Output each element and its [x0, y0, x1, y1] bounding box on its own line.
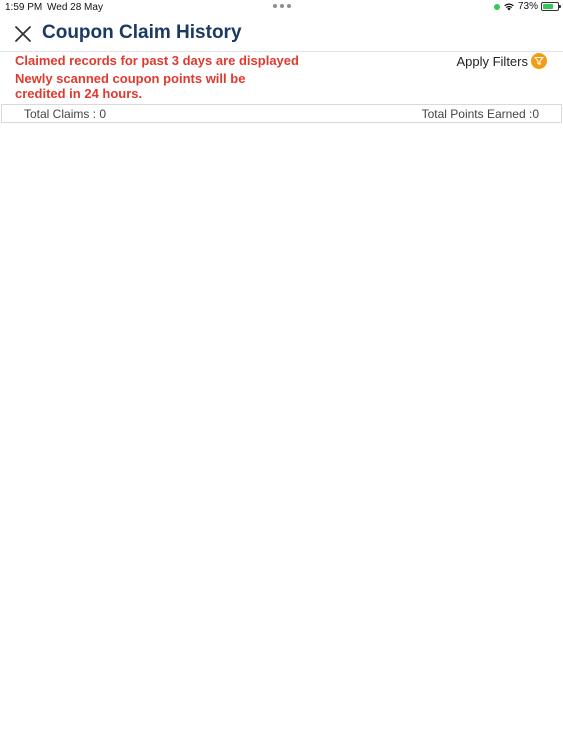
- totals-bar: Total Claims : 0 Total Points Earned :0: [1, 104, 562, 123]
- multitasking-dots-icon[interactable]: [273, 4, 291, 8]
- battery-icon: [541, 2, 561, 11]
- notice-credit-delay: Newly scanned coupon points will be cred…: [15, 71, 246, 101]
- total-points-earned: Total Points Earned :0: [421, 107, 539, 121]
- status-date: Wed 28 May: [47, 2, 103, 13]
- notice-records-window: Claimed records for past 3 days are disp…: [15, 53, 299, 68]
- filter-icon: [531, 53, 547, 69]
- status-indicators: 73%: [493, 1, 561, 12]
- status-time: 1:59 PM: [5, 2, 43, 13]
- page-title: Coupon Claim History: [42, 22, 242, 43]
- battery-percent: 73%: [517, 1, 538, 12]
- apply-filters-button[interactable]: Apply Filters: [456, 53, 547, 69]
- status-bar: 1:59 PM Wed 28 May 73%: [0, 0, 563, 18]
- close-button[interactable]: [12, 23, 34, 45]
- wifi-icon: [504, 3, 514, 11]
- total-claims: Total Claims : 0: [24, 107, 107, 121]
- header: Coupon Claim History: [0, 18, 563, 52]
- camera-indicator-icon: [493, 3, 500, 10]
- close-icon: [15, 26, 31, 42]
- apply-filters-label: Apply Filters: [456, 53, 528, 69]
